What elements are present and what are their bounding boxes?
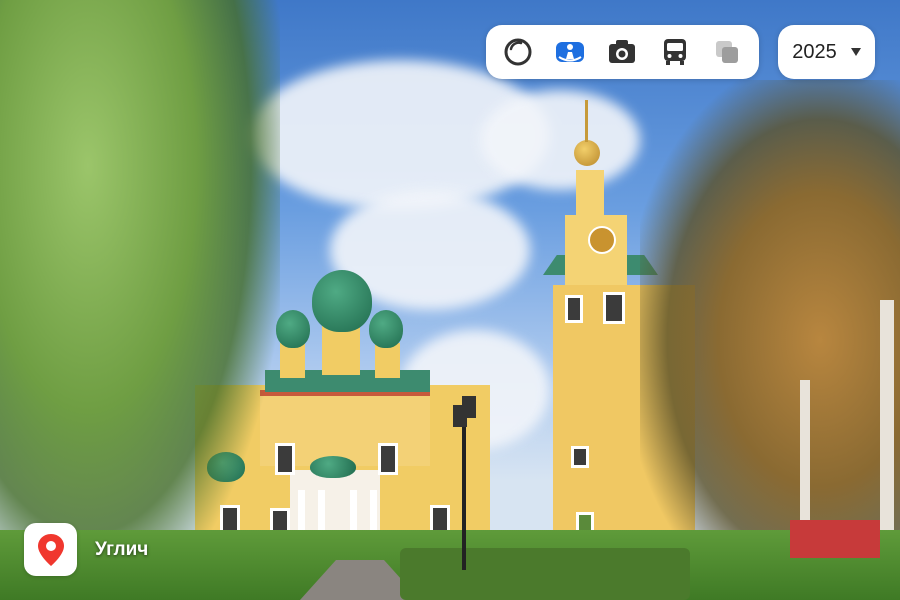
panorama-button[interactable] — [550, 32, 590, 72]
bell-tower-gilded-ball — [574, 140, 600, 166]
cathedral-dome — [369, 310, 403, 348]
cloud — [480, 90, 640, 190]
location-name[interactable]: Углич — [95, 539, 148, 561]
layers-button[interactable] — [707, 32, 747, 72]
bell-opening — [603, 292, 625, 324]
window — [571, 446, 589, 468]
bus-icon — [663, 39, 686, 65]
layers-icon — [715, 41, 738, 63]
transport-button[interactable] — [655, 32, 695, 72]
bell-opening — [565, 295, 583, 323]
lamp-head — [462, 396, 476, 418]
birch-trunk — [880, 300, 894, 560]
clock-face — [588, 226, 616, 254]
location-button[interactable] — [24, 523, 77, 576]
cathedral-dome — [312, 270, 372, 332]
circle-outline-icon — [504, 38, 532, 66]
bell-tower-spire-base — [576, 170, 604, 215]
photo-button[interactable] — [602, 32, 642, 72]
cathedral-drum — [322, 325, 360, 375]
bell-tower-spire — [585, 100, 588, 142]
street-panorama-photo[interactable] — [0, 0, 900, 600]
window — [378, 443, 398, 475]
cathedral-drum — [375, 343, 400, 378]
panorama-person-icon — [556, 42, 585, 62]
kiosk — [790, 520, 880, 558]
layer-toolbar — [486, 25, 759, 79]
cathedral-dome — [276, 310, 310, 348]
caret-down-icon — [850, 48, 861, 56]
year-value: 2025 — [792, 40, 837, 63]
camera-icon — [609, 40, 636, 63]
map-pin-icon — [37, 533, 64, 566]
cathedral-drum — [280, 343, 305, 378]
circle-outline-button[interactable] — [498, 32, 538, 72]
trees-left — [0, 0, 280, 600]
portico-dome — [310, 456, 356, 478]
year-dropdown[interactable]: 2025 — [778, 25, 875, 79]
hedge — [400, 548, 690, 600]
